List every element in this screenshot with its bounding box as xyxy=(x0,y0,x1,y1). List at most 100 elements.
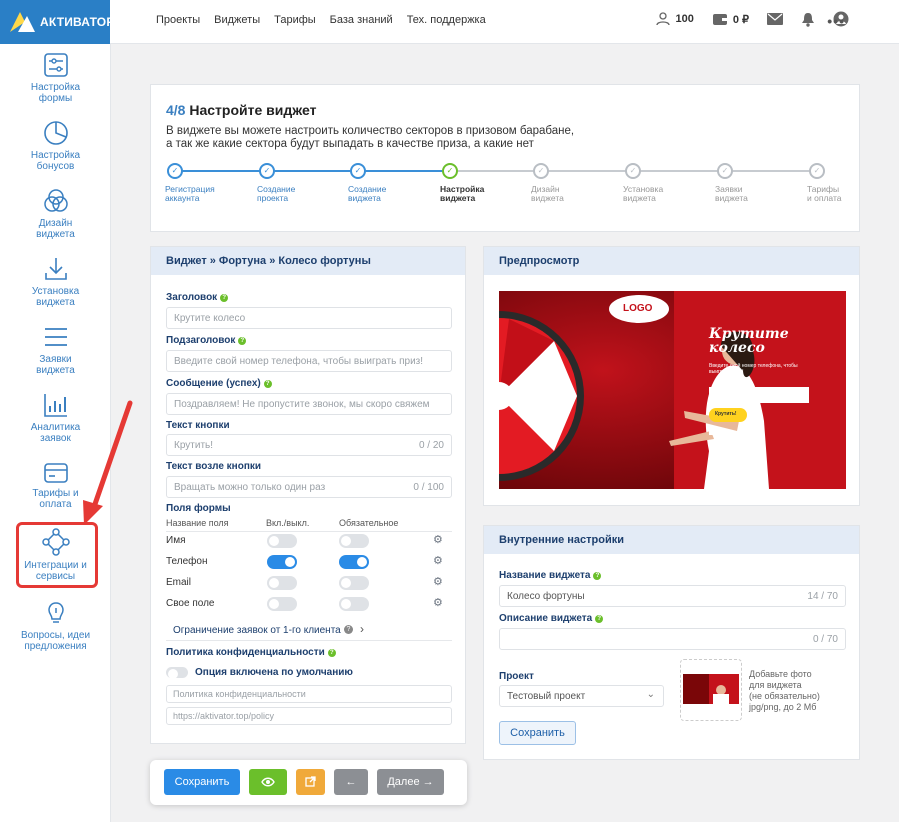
users-counter[interactable]: 100 xyxy=(656,12,694,26)
bell-icon[interactable] xyxy=(801,12,815,27)
info-icon[interactable]: ? xyxy=(595,615,604,623)
sidebar-item-label: Заявки виджета xyxy=(36,354,75,376)
step-3-label: Создание виджета xyxy=(348,184,387,203)
info-icon[interactable]: ? xyxy=(220,294,229,302)
step-5-marker[interactable]: ✓ xyxy=(533,163,549,179)
nav-tariffs[interactable]: Тарифы xyxy=(274,14,316,26)
step-7-marker[interactable]: ✓ xyxy=(717,163,733,179)
photo-thumbnail xyxy=(683,674,739,704)
stepper-line xyxy=(457,170,534,172)
user-icon xyxy=(656,12,671,26)
step-1-label: Регистрация аккаунта xyxy=(165,184,215,203)
list-icon xyxy=(44,328,67,346)
sidebar-item-analytics[interactable]: Аналитика заявок xyxy=(0,392,111,444)
help-icon[interactable]: ? xyxy=(344,625,353,634)
sidebar-item-form-settings[interactable]: Настройка формы xyxy=(0,52,111,104)
sidebar-item-bonuses[interactable]: Настройка бонусов xyxy=(0,120,111,172)
privacy-toggle-label: Опция включена по умолчанию xyxy=(195,667,353,678)
sidebar-item-label: Дизайн виджета xyxy=(36,218,75,240)
col-name-header: Название поля xyxy=(166,518,229,528)
gear-icon[interactable]: ⚙ xyxy=(433,555,443,567)
logo-mark-icon xyxy=(8,10,36,34)
sidebar-item-design[interactable]: Дизайн виджета xyxy=(0,188,111,240)
form-card: Виджет » Фортуна » Колесо фортуны Заголо… xyxy=(150,246,466,744)
nav-widgets[interactable]: Виджеты xyxy=(214,14,260,26)
success-input[interactable]: Поздравляем! Не пропустите звонок, мы ск… xyxy=(166,393,452,415)
stepper-line xyxy=(274,170,351,172)
step-description: В виджете вы можете настроить количество… xyxy=(166,125,626,151)
preview-illustration xyxy=(499,291,846,489)
download-icon xyxy=(44,258,67,280)
field-enabled-toggle[interactable] xyxy=(267,597,297,611)
mail-icon[interactable] xyxy=(767,13,783,25)
title-input[interactable]: Крутите колесо xyxy=(166,307,452,329)
sidebar-item-label: Установка виджета xyxy=(31,286,80,308)
sidebar-item-feedback[interactable]: Вопросы, идеи предложения xyxy=(0,600,111,652)
pie-icon xyxy=(43,121,68,145)
internal-save-button[interactable]: Сохранить xyxy=(499,721,576,745)
field-enabled-toggle[interactable] xyxy=(267,555,297,569)
more-icon[interactable]: ••• xyxy=(827,13,845,29)
sidebar-item-label: Аналитика заявок xyxy=(30,422,81,444)
preview-button[interactable] xyxy=(249,769,287,795)
top-right: 100 0 ₽ xyxy=(656,11,849,27)
field-enabled-toggle[interactable] xyxy=(267,534,297,548)
sidebar-item-install[interactable]: Установка виджета xyxy=(0,256,111,308)
stepper-line xyxy=(365,170,443,172)
step-8-marker[interactable]: ✓ xyxy=(809,163,825,179)
button-text-input[interactable]: Крутить! 0 / 20 xyxy=(166,434,452,456)
stepper-line xyxy=(548,170,626,172)
subtitle-input[interactable]: Введите свой номер телефона, чтобы выигр… xyxy=(166,350,452,372)
gear-icon[interactable]: ⚙ xyxy=(433,597,443,609)
sidebar: Настройка формы Настройка бонусов Дизайн… xyxy=(0,44,111,822)
field-required-toggle[interactable] xyxy=(339,555,369,569)
privacy-toggle[interactable] xyxy=(166,667,188,679)
title-label: Заголовок? xyxy=(166,292,229,303)
info-icon[interactable]: ? xyxy=(238,337,247,345)
step-title-text: Настройте виджет xyxy=(189,102,317,118)
field-required-toggle[interactable] xyxy=(339,534,369,548)
photo-upload[interactable] xyxy=(680,659,742,721)
limit-row[interactable]: Ограничение заявок от 1-го клиента ? › xyxy=(166,621,452,641)
back-button[interactable]: ← xyxy=(334,769,368,795)
save-button[interactable]: Сохранить xyxy=(164,769,240,795)
wallet-icon xyxy=(712,13,727,25)
next-button[interactable]: Далее → xyxy=(377,769,444,795)
brand-logo[interactable]: АКТИВАТОР xyxy=(0,0,114,44)
field-required-toggle[interactable] xyxy=(339,597,369,611)
info-icon[interactable]: ? xyxy=(263,380,272,388)
step-5-label: Дизайн виджета xyxy=(531,184,564,203)
widget-name-input[interactable]: Колесо фортуны 14 / 70 xyxy=(499,585,846,607)
active-highlight-frame xyxy=(16,522,98,588)
gear-icon[interactable]: ⚙ xyxy=(433,576,443,588)
field-required-toggle[interactable] xyxy=(339,576,369,590)
step-3-marker[interactable]: ✓ xyxy=(350,163,366,179)
near-button-input[interactable]: Вращать можно только один раз 0 / 100 xyxy=(166,476,452,498)
stepper-line xyxy=(640,170,718,172)
nav-knowledge[interactable]: База знаний xyxy=(330,14,393,26)
open-external-button[interactable] xyxy=(296,769,325,795)
info-icon[interactable]: ? xyxy=(593,572,602,580)
sidebar-item-leads[interactable]: Заявки виджета xyxy=(0,324,111,376)
project-select[interactable]: Тестовый проект ⌄ xyxy=(499,685,664,707)
privacy-name-input[interactable]: Политика конфиденциальности xyxy=(166,685,452,703)
widget-desc-input[interactable]: 0 / 70 xyxy=(499,628,846,650)
step-4-marker[interactable]: ✓ xyxy=(442,163,458,179)
field-enabled-toggle[interactable] xyxy=(267,576,297,590)
preview-subtitle: Введите свой номер телефона, чтобы выигр… xyxy=(709,363,798,375)
nav-projects[interactable]: Проекты xyxy=(156,14,200,26)
step-2-marker[interactable]: ✓ xyxy=(259,163,275,179)
preview-logo: LOGO xyxy=(623,303,653,314)
step-6-marker[interactable]: ✓ xyxy=(625,163,641,179)
info-icon[interactable]: ? xyxy=(327,649,336,657)
step-1-marker[interactable]: ✓ xyxy=(167,163,183,179)
sidebar-item-tariffs[interactable]: Тарифы и оплата xyxy=(0,462,111,510)
card-icon xyxy=(43,463,68,483)
balance[interactable]: 0 ₽ xyxy=(712,13,749,26)
step-desc-line2: а так же какие сектора будут выпадать в … xyxy=(166,138,534,150)
gear-icon[interactable]: ⚙ xyxy=(433,534,443,546)
privacy-label: Политика конфиденциальности? xyxy=(166,647,336,658)
nav-support[interactable]: Тех. поддержка xyxy=(407,14,486,26)
stepper-line xyxy=(732,170,810,172)
privacy-url-input[interactable]: https://aktivator.top/policy xyxy=(166,707,452,725)
